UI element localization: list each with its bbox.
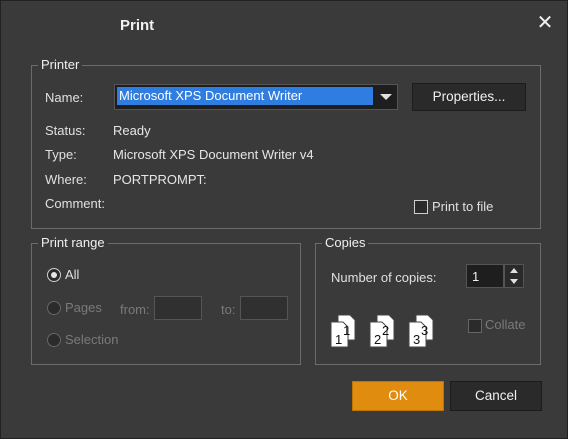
cancel-button[interactable]: Cancel (450, 381, 542, 411)
type-label: Type: (45, 147, 77, 162)
ok-button[interactable]: OK (352, 381, 444, 411)
printer-legend: Printer (38, 57, 83, 72)
all-radio[interactable] (47, 268, 61, 282)
where-label: Where: (45, 172, 87, 187)
pages-label[interactable]: Pages (65, 300, 102, 315)
print-range-group: Print range All Pages from: to: Selectio… (31, 235, 301, 365)
selection-label[interactable]: Selection (65, 332, 118, 347)
copies-legend: Copies (322, 235, 369, 250)
all-label[interactable]: All (65, 267, 79, 282)
dialog-title: Print (120, 17, 155, 34)
copies-group: Copies Number of copies: 1 1 1 2 2 3 3 C… (315, 235, 541, 365)
page-digit: 1 (335, 332, 342, 347)
spin-down-icon[interactable] (510, 279, 518, 284)
spin-up-icon[interactable] (510, 268, 518, 273)
status-label: Status: (45, 123, 86, 138)
page-digit: 1 (343, 323, 350, 338)
print-to-file-checkbox[interactable] (414, 200, 428, 214)
number-of-copies-input[interactable]: 1 (466, 264, 504, 288)
page-digit: 3 (421, 323, 428, 338)
collate-checkbox[interactable] (468, 319, 482, 333)
pages-radio[interactable] (47, 301, 61, 315)
comment-label: Comment: (45, 196, 105, 211)
collate-pages-icon: 1 1 2 2 3 3 (330, 314, 434, 348)
properties-button-label: Properties... (432, 89, 506, 104)
page-digit: 3 (413, 332, 420, 347)
selection-radio[interactable] (47, 333, 61, 347)
cancel-button-label: Cancel (474, 388, 518, 403)
collate-label[interactable]: Collate (485, 317, 525, 332)
name-label: Name: (45, 90, 84, 105)
print-to-file-label[interactable]: Print to file (432, 199, 493, 214)
properties-button[interactable]: Properties... (412, 83, 526, 111)
page-digit: 2 (382, 323, 389, 338)
where-value: PORTPROMPT: (113, 172, 207, 187)
copies-spinner[interactable] (504, 264, 524, 288)
title-bar: Print ✕ (1, 1, 567, 49)
page-digit: 2 (374, 332, 381, 347)
to-input[interactable] (240, 296, 288, 320)
printer-name-select[interactable]: Microsoft XPS Document Writer (114, 84, 398, 110)
from-label: from: (120, 302, 150, 317)
from-input[interactable] (154, 296, 202, 320)
ok-button-label: OK (388, 388, 408, 403)
type-value: Microsoft XPS Document Writer v4 (113, 147, 314, 162)
number-of-copies-label: Number of copies: (331, 270, 437, 285)
status-value: Ready (113, 123, 151, 138)
printer-name-value: Microsoft XPS Document Writer (117, 87, 373, 105)
print-range-legend: Print range (38, 235, 108, 250)
print-dialog: Print ✕ Printer Name: Microsoft XPS Docu… (0, 0, 568, 439)
chevron-down-icon[interactable] (375, 85, 397, 109)
to-label: to: (221, 302, 236, 317)
printer-group: Printer Name: Microsoft XPS Document Wri… (31, 57, 541, 229)
close-icon[interactable]: ✕ (535, 13, 555, 33)
